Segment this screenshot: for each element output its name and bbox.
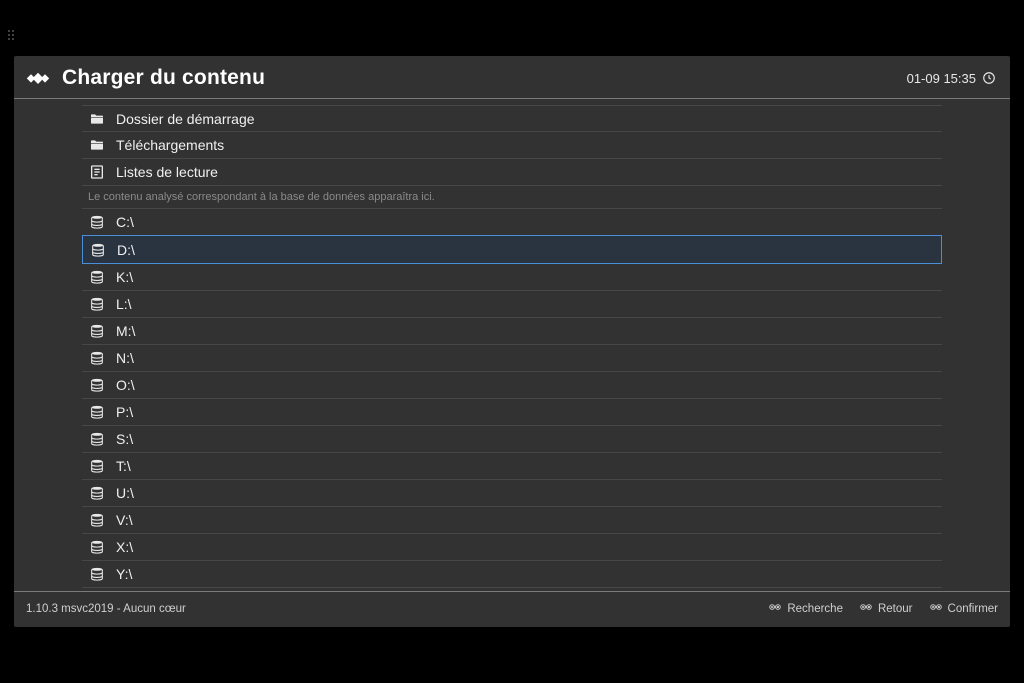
folder-icon	[88, 111, 106, 127]
drive-icon	[88, 350, 106, 366]
folder-row[interactable]: Téléchargements	[82, 132, 942, 159]
drive-row[interactable]: C:\	[82, 209, 942, 236]
row-label: N:\	[116, 350, 134, 366]
retroarch-logo-icon	[24, 69, 52, 87]
drive-row[interactable]: S:\	[82, 426, 942, 453]
app-window: Charger du contenu 01-09 15:35 Dossier d…	[14, 56, 1010, 627]
gamepad-icon	[859, 600, 873, 617]
footer-bar: 1.10.3 msvc2019 - Aucun cœur RechercheRe…	[14, 591, 1010, 627]
drive-icon	[88, 566, 106, 582]
file-list: Dossier de démarrage Téléchargements Liste…	[82, 105, 942, 588]
scan-hint-text: Le contenu analysé correspondant à la ba…	[82, 186, 942, 209]
drive-icon	[88, 431, 106, 447]
row-label: V:\	[116, 512, 133, 528]
drive-row[interactable]: V:\	[82, 507, 942, 534]
footer-hint-label: Confirmer	[948, 603, 998, 615]
drive-icon	[89, 242, 107, 258]
clock-text: 01-09 15:35	[907, 71, 976, 86]
footer-hint-label: Retour	[878, 603, 913, 615]
footer-hint[interactable]: Retour	[859, 600, 913, 617]
footer-hint[interactable]: Recherche	[768, 600, 843, 617]
row-label: O:\	[116, 377, 135, 393]
footer-hint-label: Recherche	[787, 603, 843, 615]
clock: 01-09 15:35	[907, 71, 996, 86]
content-area: Dossier de démarrage Téléchargements Liste…	[14, 99, 1010, 591]
playlist-icon	[88, 164, 106, 180]
drive-row[interactable]: P:\	[82, 399, 942, 426]
drive-row[interactable]: K:\	[82, 264, 942, 291]
drive-icon	[88, 269, 106, 285]
window-drag-handle[interactable]	[8, 30, 14, 40]
drive-icon	[88, 296, 106, 312]
drive-row[interactable]: O:\	[82, 372, 942, 399]
folder-icon	[88, 137, 106, 153]
folder-row[interactable]: Listes de lecture	[82, 159, 942, 186]
drive-icon	[88, 485, 106, 501]
footer-hints: Recherche Retour Confirmer	[768, 600, 998, 617]
row-label: Listes de lecture	[116, 164, 218, 180]
row-label: S:\	[116, 431, 133, 447]
drive-icon	[88, 458, 106, 474]
gamepad-icon	[929, 600, 943, 617]
row-label: M:\	[116, 323, 135, 339]
header-bar: Charger du contenu 01-09 15:35	[14, 56, 1010, 99]
row-label: D:\	[117, 242, 135, 258]
drive-row[interactable]: Y:\	[82, 561, 942, 588]
drive-icon	[88, 214, 106, 230]
drive-icon	[88, 404, 106, 420]
drive-row[interactable]: T:\	[82, 453, 942, 480]
drive-row[interactable]: D:\	[82, 235, 942, 264]
row-label: X:\	[116, 539, 133, 555]
row-label: P:\	[116, 404, 133, 420]
drive-row[interactable]: X:\	[82, 534, 942, 561]
version-text: 1.10.3 msvc2019 - Aucun cœur	[26, 603, 768, 615]
drive-row[interactable]: M:\	[82, 318, 942, 345]
drive-icon	[88, 323, 106, 339]
row-label: Y:\	[116, 566, 132, 582]
row-label: U:\	[116, 485, 134, 501]
clock-icon	[982, 71, 996, 85]
gamepad-icon	[768, 600, 782, 617]
row-label: Téléchargements	[116, 137, 224, 153]
drive-row[interactable]: N:\	[82, 345, 942, 372]
drive-row[interactable]: U:\	[82, 480, 942, 507]
drive-icon	[88, 377, 106, 393]
row-label: K:\	[116, 269, 133, 285]
drive-icon	[88, 539, 106, 555]
row-label: L:\	[116, 296, 132, 312]
row-label: Dossier de démarrage	[116, 111, 255, 127]
footer-hint[interactable]: Confirmer	[929, 600, 998, 617]
page-title: Charger du contenu	[62, 66, 907, 90]
drive-icon	[88, 512, 106, 528]
drive-row[interactable]: L:\	[82, 291, 942, 318]
row-label: T:\	[116, 458, 131, 474]
folder-row[interactable]: Dossier de démarrage	[82, 105, 942, 132]
row-label: C:\	[116, 214, 134, 230]
